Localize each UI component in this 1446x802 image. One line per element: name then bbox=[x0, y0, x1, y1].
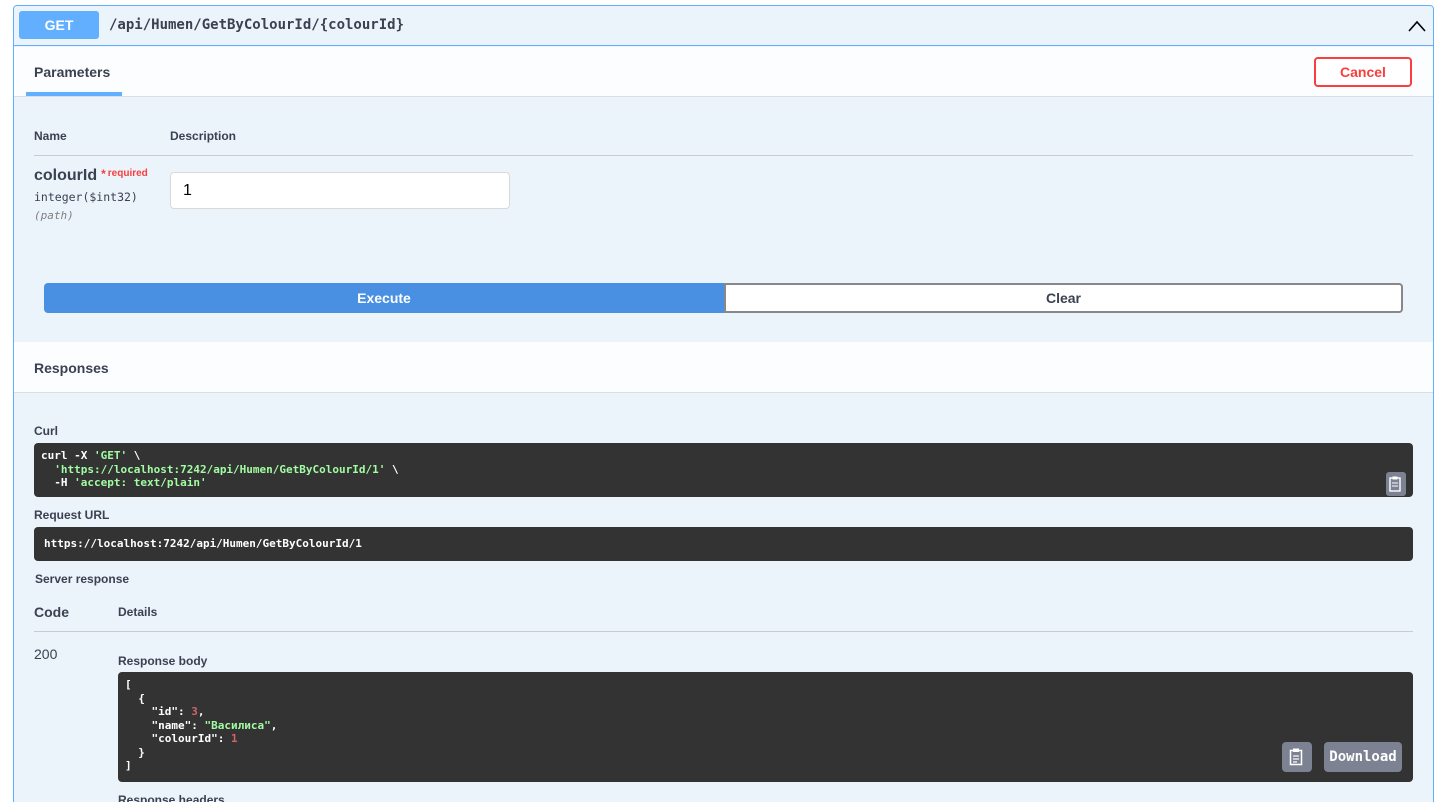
parameter-location: (path) bbox=[34, 209, 74, 222]
colour-id-input[interactable] bbox=[170, 172, 510, 209]
http-method-badge: GET bbox=[19, 11, 99, 39]
responses-title: Responses bbox=[34, 360, 109, 376]
clear-button[interactable]: Clear bbox=[724, 283, 1403, 313]
server-response-label: Server response bbox=[35, 572, 130, 586]
divider bbox=[34, 155, 1413, 156]
column-header-name: Name bbox=[34, 129, 67, 143]
response-headers-label: Response headers bbox=[118, 793, 225, 802]
endpoint-path: /api/Humen/GetByColourId/{colourId} bbox=[109, 17, 405, 33]
required-star: * bbox=[101, 167, 106, 181]
divider bbox=[34, 631, 1413, 632]
get-operation-block: GET /api/Humen/GetByColourId/{colourId} … bbox=[13, 5, 1434, 802]
response-status-code: 200 bbox=[34, 646, 58, 662]
response-body-label: Response body bbox=[118, 654, 208, 668]
copy-response-button[interactable] bbox=[1282, 742, 1312, 772]
tab-parameters[interactable]: Parameters bbox=[34, 64, 110, 80]
curl-command: curl -X 'GET' \ 'https://localhost:7242/… bbox=[41, 449, 399, 489]
tab-underline bbox=[26, 92, 122, 96]
curl-label: Curl bbox=[34, 424, 58, 438]
execute-button[interactable]: Execute bbox=[44, 283, 724, 313]
parameter-name: colourId * required bbox=[34, 167, 148, 184]
chevron-up-icon[interactable] bbox=[1407, 18, 1427, 34]
operation-summary[interactable]: GET /api/Humen/GetByColourId/{colourId} bbox=[14, 6, 1433, 46]
parameters-header: Parameters Cancel bbox=[14, 47, 1433, 97]
request-url-label: Request URL bbox=[34, 508, 110, 522]
download-button[interactable]: Download bbox=[1324, 742, 1402, 772]
request-url: https://localhost:7242/api/Humen/GetByCo… bbox=[44, 537, 362, 550]
copy-curl-button[interactable] bbox=[1386, 472, 1406, 496]
column-header-code: Code bbox=[34, 604, 69, 620]
column-header-details: Details bbox=[118, 605, 158, 619]
required-label: required bbox=[107, 168, 148, 179]
curl-command-box[interactable]: curl -X 'GET' \ 'https://localhost:7242/… bbox=[34, 443, 1413, 497]
cancel-button[interactable]: Cancel bbox=[1314, 57, 1412, 87]
response-body: [ { "id": 3, "name": "Василиса", "colour… bbox=[125, 678, 278, 772]
column-header-description: Description bbox=[170, 129, 237, 143]
responses-header: Responses bbox=[14, 342, 1433, 393]
request-url-box[interactable]: https://localhost:7242/api/Humen/GetByCo… bbox=[34, 527, 1413, 561]
parameter-type: integer($int32) bbox=[34, 190, 138, 204]
response-body-box[interactable]: [ { "id": 3, "name": "Василиса", "colour… bbox=[118, 672, 1413, 782]
